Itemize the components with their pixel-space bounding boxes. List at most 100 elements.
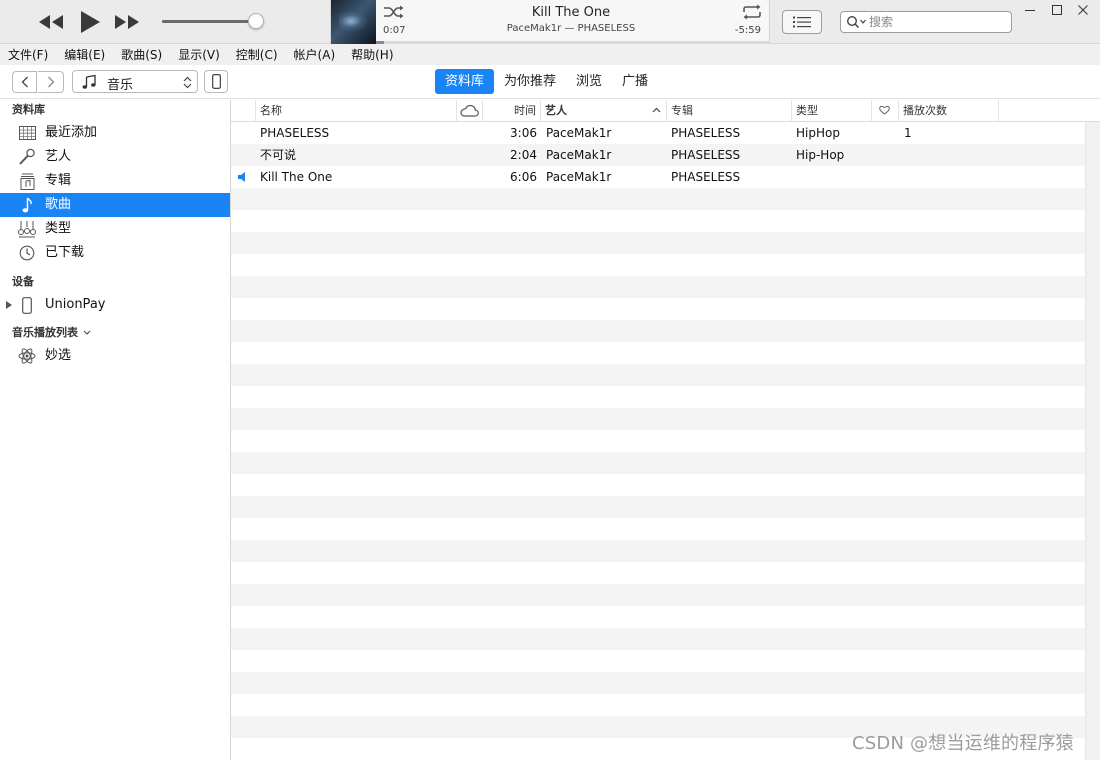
player-bar: 0:07 Kill The One PaceMak1r — PHASELESS … bbox=[0, 0, 1100, 44]
empty-row bbox=[231, 408, 1085, 430]
table-row[interactable]: 不可说 2:04 PaceMak1r PHASELESS Hip-Hop bbox=[231, 144, 1085, 166]
song-name-cell: 不可说 bbox=[260, 148, 297, 162]
sidebar-item-recently-added[interactable]: 最近添加 bbox=[0, 121, 230, 145]
elapsed-time: 0:07 bbox=[383, 25, 406, 36]
empty-row bbox=[231, 562, 1085, 584]
search-input[interactable] bbox=[869, 13, 1007, 31]
now-playing-display: 0:07 Kill The One PaceMak1r — PHASELESS … bbox=[330, 0, 770, 44]
search-box[interactable] bbox=[840, 11, 1012, 33]
empty-row bbox=[231, 210, 1085, 232]
sidebar-item-downloaded[interactable]: 已下载 bbox=[0, 241, 230, 265]
tab-library[interactable]: 资料库 bbox=[435, 69, 495, 94]
cloud-icon bbox=[460, 104, 479, 117]
sidebar-section-playlists[interactable]: 音乐播放列表 bbox=[0, 324, 230, 342]
media-type-select[interactable]: 音乐 bbox=[72, 70, 198, 93]
close-window-button[interactable] bbox=[1073, 2, 1093, 18]
menu-view[interactable]: 显示(V) bbox=[176, 46, 222, 63]
empty-row bbox=[231, 694, 1085, 716]
menu-controls[interactable]: 控制(C) bbox=[234, 46, 280, 63]
song-artist-cell: PaceMak1r bbox=[546, 170, 612, 184]
device-button[interactable] bbox=[204, 70, 228, 93]
shuffle-icon[interactable] bbox=[383, 4, 405, 20]
music-note-icon bbox=[82, 74, 96, 89]
repeat-icon[interactable] bbox=[741, 4, 763, 20]
sidebar-item-artists[interactable]: 艺人 bbox=[0, 145, 230, 169]
empty-row bbox=[231, 320, 1085, 342]
next-track-button[interactable] bbox=[112, 10, 142, 34]
menu-account[interactable]: 帐户(A) bbox=[292, 46, 338, 63]
minimize-window-button[interactable] bbox=[1020, 2, 1040, 18]
chevron-left-icon bbox=[21, 76, 28, 88]
up-next-list-button[interactable] bbox=[782, 10, 822, 34]
sidebar: 资料库 最近添加 艺人 专辑 歌曲 类型 已下载 设备 UnionPay 音乐播… bbox=[0, 100, 231, 760]
music-note-icon bbox=[18, 196, 36, 214]
list-icon bbox=[793, 16, 811, 28]
column-header-cloud[interactable] bbox=[457, 100, 483, 121]
empty-row bbox=[231, 188, 1085, 210]
song-artist-cell: PaceMak1r bbox=[546, 148, 612, 162]
song-time-cell: 2:04 bbox=[510, 148, 537, 162]
table-row[interactable]: PHASELESS 3:06 PaceMak1r PHASELESS HipHo… bbox=[231, 122, 1085, 144]
column-header-name[interactable]: 名称 bbox=[256, 100, 457, 121]
volume-slider-thumb[interactable] bbox=[248, 13, 264, 29]
empty-row bbox=[231, 232, 1085, 254]
forward-button[interactable] bbox=[38, 71, 64, 93]
previous-track-button[interactable] bbox=[36, 10, 66, 34]
sidebar-section-label: 音乐播放列表 bbox=[12, 326, 78, 339]
sidebar-item-device-unionpay[interactable]: UnionPay bbox=[0, 293, 230, 317]
sidebar-item-albums[interactable]: 专辑 bbox=[0, 169, 230, 193]
empty-row bbox=[231, 672, 1085, 694]
sidebar-section-devices: 设备 bbox=[12, 275, 34, 288]
menu-edit[interactable]: 编辑(E) bbox=[62, 46, 107, 63]
column-header-time[interactable]: 时间 bbox=[483, 100, 541, 121]
sidebar-item-label: 专辑 bbox=[45, 173, 72, 188]
sidebar-item-label: UnionPay bbox=[45, 297, 106, 312]
menu-help[interactable]: 帮助(H) bbox=[349, 46, 395, 63]
empty-row bbox=[231, 584, 1085, 606]
empty-row bbox=[231, 276, 1085, 298]
column-header-artist[interactable]: 艺人 bbox=[541, 100, 667, 121]
volume-slider[interactable] bbox=[162, 20, 257, 23]
sidebar-item-genres[interactable]: 类型 bbox=[0, 217, 230, 241]
empty-row bbox=[231, 364, 1085, 386]
table-row[interactable]: Kill The One 6:06 PaceMak1r PHASELESS bbox=[231, 166, 1085, 188]
empty-row bbox=[231, 606, 1085, 628]
menu-song[interactable]: 歌曲(S) bbox=[119, 46, 164, 63]
phone-icon bbox=[18, 296, 36, 314]
column-header-label: 艺人 bbox=[545, 104, 567, 117]
column-header-status[interactable] bbox=[231, 100, 256, 121]
play-button[interactable] bbox=[76, 7, 104, 37]
sort-ascending-icon bbox=[652, 107, 661, 113]
navigation-bar: 音乐 资料库 为你推荐 浏览 广播 bbox=[0, 65, 1100, 99]
disclosure-triangle-icon[interactable] bbox=[6, 301, 12, 309]
empty-row bbox=[231, 254, 1085, 276]
song-time-cell: 6:06 bbox=[510, 170, 537, 184]
song-plays-cell: 1 bbox=[904, 126, 912, 140]
microphone-icon bbox=[18, 148, 36, 166]
library-tabs: 资料库 为你推荐 浏览 广播 bbox=[435, 69, 658, 94]
sidebar-item-label: 妙选 bbox=[45, 348, 72, 363]
watermark: CSDN @想当运维的程序猿 bbox=[852, 733, 1074, 754]
column-header-genre[interactable]: 类型 bbox=[792, 100, 872, 121]
album-artwork[interactable] bbox=[331, 0, 376, 44]
song-album-cell: PHASELESS bbox=[671, 126, 741, 140]
menu-file[interactable]: 文件(F) bbox=[6, 46, 50, 63]
tab-for-you[interactable]: 为你推荐 bbox=[494, 69, 566, 94]
back-button[interactable] bbox=[12, 71, 37, 93]
column-header-love[interactable] bbox=[872, 100, 899, 121]
sidebar-item-playlist-genius[interactable]: 妙选 bbox=[0, 344, 230, 368]
tab-browse[interactable]: 浏览 bbox=[566, 69, 612, 94]
empty-row bbox=[231, 650, 1085, 672]
sidebar-item-songs[interactable]: 歌曲 bbox=[0, 193, 230, 217]
grid-icon bbox=[18, 124, 36, 142]
search-icon[interactable] bbox=[846, 15, 868, 29]
maximize-window-button[interactable] bbox=[1047, 2, 1067, 18]
vertical-scrollbar[interactable] bbox=[1085, 122, 1100, 760]
song-album-cell: PHASELESS bbox=[671, 170, 741, 184]
now-playing-artist-album: PaceMak1r — PHASELESS bbox=[506, 23, 636, 34]
genre-icon bbox=[18, 220, 36, 238]
song-rows: PHASELESS 3:06 PaceMak1r PHASELESS HipHo… bbox=[231, 122, 1085, 760]
column-header-plays[interactable]: 播放次数 bbox=[899, 100, 999, 121]
tab-radio[interactable]: 广播 bbox=[612, 69, 658, 94]
column-header-album[interactable]: 专辑 bbox=[667, 100, 792, 121]
